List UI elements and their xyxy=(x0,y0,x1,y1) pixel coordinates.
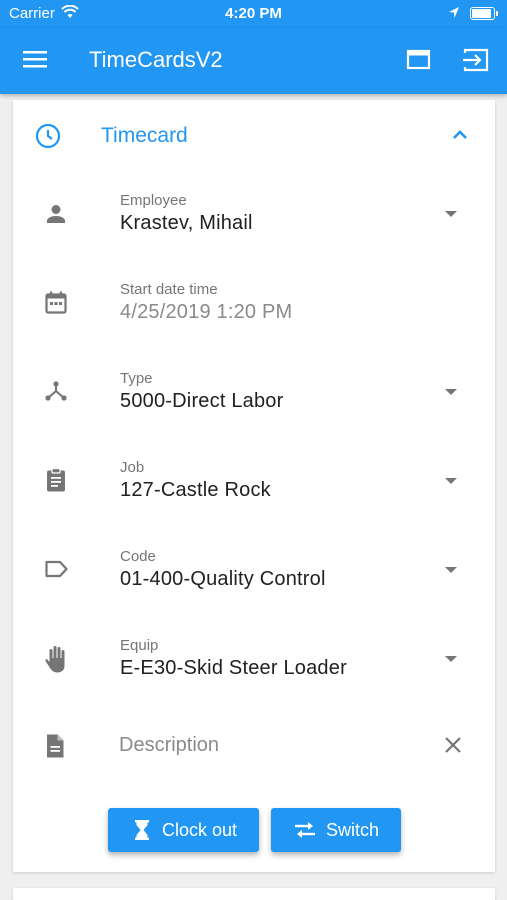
dropdown-caret-icon[interactable] xyxy=(445,389,457,395)
dropdown-caret-icon[interactable] xyxy=(445,656,457,662)
code-label: Code xyxy=(120,548,156,565)
description-placeholder: Description xyxy=(119,734,220,756)
location-icon xyxy=(449,7,459,18)
switch-button[interactable]: Switch xyxy=(271,808,401,852)
app-title: TimeCardsV2 xyxy=(89,47,223,72)
status-bar: Carrier 4:20 PM xyxy=(0,0,507,28)
hourglass-icon xyxy=(135,820,149,840)
dropdown-caret-icon[interactable] xyxy=(445,567,457,573)
equip-label: Equip xyxy=(120,637,159,654)
employee-value: Krastev, Mihail xyxy=(120,212,253,234)
clock-out-button[interactable]: Clock out xyxy=(108,808,259,852)
timecard-header[interactable]: Timecard xyxy=(13,100,495,172)
hand-icon xyxy=(45,646,65,673)
clipboard-icon xyxy=(47,467,65,492)
next-card xyxy=(13,888,495,900)
start-date-field[interactable]: Start date time 4/25/2019 1:20 PM xyxy=(13,281,495,361)
equip-value: E-E30-Skid Steer Loader xyxy=(120,657,347,679)
close-icon[interactable] xyxy=(443,735,463,755)
code-value: 01-400-Quality Control xyxy=(120,568,326,590)
employee-label: Employee xyxy=(120,192,187,209)
battery-icon xyxy=(470,7,498,20)
type-value: 5000-Direct Labor xyxy=(120,390,284,412)
job-field[interactable]: Job 127-Castle Rock xyxy=(13,459,495,539)
type-field[interactable]: Type 5000-Direct Labor xyxy=(13,370,495,450)
code-field[interactable]: Code 01-400-Quality Control xyxy=(13,548,495,628)
swap-icon xyxy=(295,822,315,838)
status-time: 4:20 PM xyxy=(225,5,282,22)
start-date-value: 4/25/2019 1:20 PM xyxy=(120,301,293,323)
menu-icon[interactable] xyxy=(23,49,47,69)
employee-field[interactable]: Employee Krastev, Mihail xyxy=(13,192,495,272)
start-date-label: Start date time xyxy=(120,281,218,298)
document-icon xyxy=(47,734,64,758)
dropdown-caret-icon[interactable] xyxy=(445,211,457,217)
type-label: Type xyxy=(120,370,153,387)
clock-out-label: Clock out xyxy=(162,820,238,840)
dropdown-caret-icon[interactable] xyxy=(445,478,457,484)
person-icon xyxy=(47,205,65,223)
window-icon[interactable] xyxy=(406,48,432,72)
job-label: Job xyxy=(120,459,145,476)
type-icon xyxy=(45,381,67,401)
calendar-icon xyxy=(45,291,67,314)
tag-icon xyxy=(45,560,68,578)
timecard-card: Timecard Employee Krastev, Mihail Start … xyxy=(13,100,495,872)
job-value: 127-Castle Rock xyxy=(120,479,271,501)
chevron-up-icon[interactable] xyxy=(449,126,471,142)
description-field[interactable]: Description xyxy=(13,720,495,772)
switch-label: Switch xyxy=(326,820,380,840)
equip-field[interactable]: Equip E-E30-Skid Steer Loader xyxy=(13,637,495,717)
section-title: Timecard xyxy=(101,124,188,147)
app-bar: TimeCardsV2 xyxy=(0,28,507,94)
exit-icon[interactable] xyxy=(461,47,491,73)
clock-icon xyxy=(35,123,61,149)
